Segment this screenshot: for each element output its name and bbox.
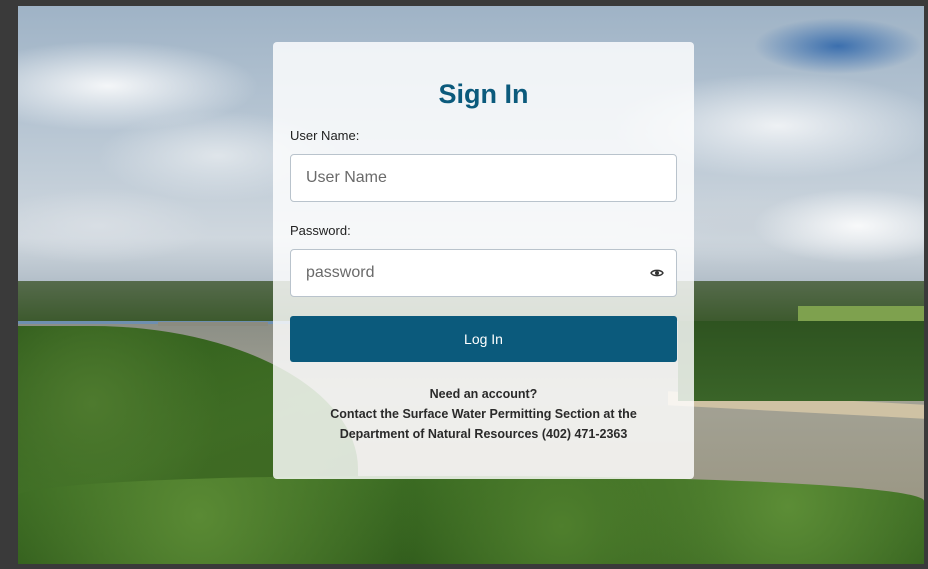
forest-right [678,321,924,401]
username-input[interactable] [291,155,676,201]
forest-foreground [18,476,924,564]
username-label: User Name: [290,128,360,143]
account-note: Need an account? Contact the Surface Wat… [290,384,677,444]
password-field-box [290,249,677,297]
login-card: Sign In User Name: Password: Log In Need… [273,42,694,479]
bridge [158,322,268,326]
password-input[interactable] [291,250,676,296]
page-title: Sign In [438,79,529,109]
account-note-line1: Need an account? [429,387,538,401]
login-button[interactable]: Log In [290,316,677,362]
account-note-line3: Department of Natural Resources (402) 47… [339,427,628,441]
account-note-line2: Contact the Surface Water Permitting Sec… [330,407,637,421]
window-frame: Sign In User Name: Password: Log In Need… [0,0,928,569]
eye-icon[interactable] [650,266,664,280]
background-landscape-image: Sign In User Name: Password: Log In Need… [18,6,924,564]
password-label: Password: [290,223,351,238]
username-field-box [290,154,677,202]
